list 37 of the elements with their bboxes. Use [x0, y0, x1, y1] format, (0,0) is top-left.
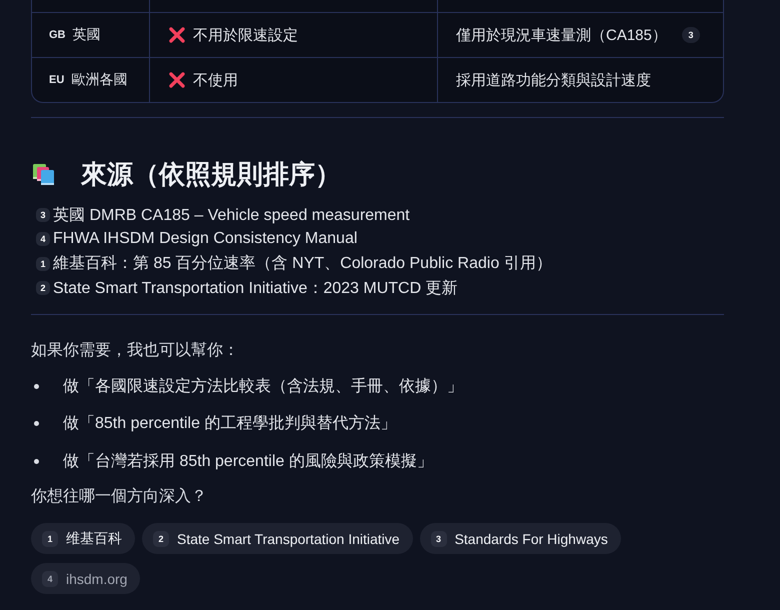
citation-badge[interactable]: 3 — [36, 208, 50, 222]
bullet-icon — [34, 384, 39, 389]
source-text: 英國 DMRB CA185 – Vehicle speed measurement — [53, 206, 410, 226]
country-name: 英國 — [72, 26, 100, 44]
chip-number: 3 — [430, 530, 447, 547]
usage-text: 不用於限速設定 — [193, 26, 298, 44]
follow-up-question: 你想往哪一個方向深入？ — [31, 486, 208, 508]
bullet-icon — [34, 458, 39, 464]
chip-number: 4 — [42, 570, 58, 587]
bullet-icon — [34, 421, 39, 426]
books-icon — [33, 164, 54, 184]
cross-icon — [168, 71, 186, 89]
offer-intro: 如果你需要，我也可以幫你： — [31, 340, 240, 362]
country-code: GB — [49, 29, 66, 41]
source-text: 維基百科：第 85 百分位速率（含 NYT、Colorado Public Radio 引用） — [53, 254, 552, 274]
citation-badge[interactable]: 4 — [36, 232, 50, 246]
source-chip[interactable]: 2 State Smart Transportation Initiative — [142, 523, 413, 554]
sources-heading: 來源（依照規則排序） — [81, 158, 341, 191]
citation-badge[interactable]: 2 — [36, 281, 50, 296]
chip-number: 1 — [42, 530, 58, 547]
offer-item: 做「85th percentile 的工程學批判與替代方法」 — [63, 414, 396, 434]
usage-text: 不使用 — [193, 70, 238, 90]
source-text: FHWA IHSDM Design Consistency Manual — [53, 230, 358, 248]
country-name: 歐洲各國 — [71, 71, 128, 89]
source-chip[interactable]: 4 ihsdm.org — [31, 563, 140, 594]
chip-number: 2 — [153, 530, 169, 547]
country-code: EU — [49, 74, 64, 86]
source-chip[interactable]: 1 维基百科 — [31, 523, 135, 554]
source-chip[interactable]: 3 Standards For Highways — [420, 523, 621, 554]
offer-item: 做「台灣若採用 85th percentile 的風險與政策模擬」 — [63, 452, 433, 472]
offer-item: 做「各國限速設定方法比較表（含法規、手冊、依據）」 — [63, 376, 463, 397]
citation-badge[interactable]: 1 — [36, 256, 50, 271]
note-text: 採用道路功能分類與設計速度 — [456, 70, 651, 90]
note-text: 僅用於現況車速量測（CA185） — [456, 26, 667, 44]
citation-badge[interactable]: 3 — [682, 27, 700, 43]
cross-icon — [168, 26, 186, 44]
source-text: State Smart Transportation Initiative：2023 MUTCD 更新 — [53, 278, 458, 299]
